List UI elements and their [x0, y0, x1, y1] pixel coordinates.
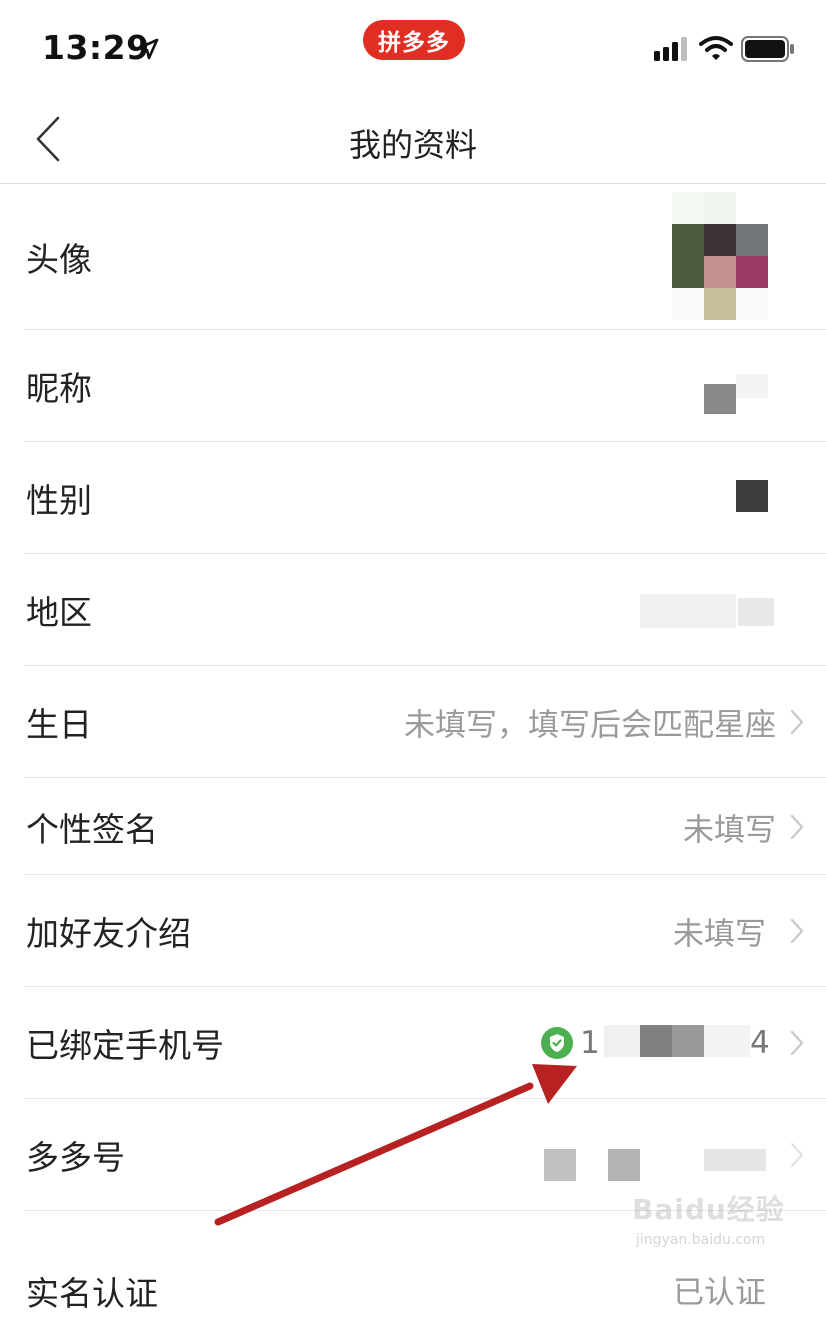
blurred-phone-number	[640, 1025, 672, 1057]
row-value: 未填写	[673, 916, 766, 953]
region-row[interactable]: 地区	[0, 554, 826, 666]
row-label: 性别	[26, 481, 92, 520]
signature-row[interactable]: 个性签名 未填写	[0, 778, 826, 875]
blurred-gender	[736, 480, 768, 512]
profile-list: 头像 昵称 性别 地区 生日 未填写，填写后会匹配星座 个性签名 未填写 加好友…	[0, 184, 826, 1323]
blurred-nickname	[704, 384, 736, 414]
row-label: 个性签名	[26, 809, 158, 849]
row-label: 实名认证	[26, 1274, 158, 1313]
status-bar: 13:29 拼多多	[0, 0, 826, 96]
blurred-duoduo-id	[704, 1149, 766, 1171]
gender-row[interactable]: 性别	[0, 442, 826, 554]
row-label: 生日	[26, 705, 92, 744]
blurred-duoduo-id	[608, 1149, 640, 1181]
watermark-logo: Baidu经验	[632, 1193, 785, 1226]
chevron-right-icon	[790, 814, 804, 839]
birthday-row[interactable]: 生日 未填写，填写后会匹配星座	[0, 666, 826, 778]
row-value: 未填写	[683, 812, 776, 848]
row-label: 地区	[26, 593, 92, 632]
blurred-region	[640, 594, 736, 628]
cellular-signal-icon	[654, 37, 687, 61]
watermark-url: jingyan.baidu.com	[636, 1232, 766, 1248]
blurred-region	[738, 598, 774, 626]
chevron-right-icon	[790, 918, 804, 944]
chevron-right-icon	[790, 709, 804, 735]
row-value: 未填写，填写后会匹配星座	[404, 707, 776, 744]
avatar[interactable]	[672, 192, 768, 320]
chevron-right-icon	[790, 1142, 804, 1168]
row-label: 多多号	[26, 1138, 125, 1177]
wifi-icon	[699, 36, 733, 60]
chevron-right-icon	[790, 1030, 804, 1056]
row-label: 已绑定手机号	[26, 1026, 224, 1065]
phone-number-end: 4	[750, 1025, 770, 1061]
blurred-nickname	[736, 374, 768, 398]
nickname-row[interactable]: 昵称	[0, 330, 826, 442]
row-label: 昵称	[26, 369, 92, 408]
friend-intro-row[interactable]: 加好友介绍 未填写	[0, 875, 826, 987]
location-arrow-icon	[137, 38, 159, 60]
phone-number-start: 1	[580, 1025, 600, 1061]
app-badge: 拼多多	[363, 20, 465, 60]
row-label: 加好友介绍	[26, 914, 191, 953]
blurred-phone-number	[604, 1025, 640, 1057]
verified-shield-icon	[541, 1027, 573, 1059]
nav-bar: 我的资料	[0, 96, 826, 184]
row-label: 头像	[26, 240, 92, 279]
page-title: 我的资料	[348, 126, 477, 164]
blurred-duoduo-id	[544, 1149, 576, 1181]
blurred-phone-number	[672, 1025, 704, 1057]
blurred-phone-number	[704, 1025, 750, 1057]
battery-icon	[741, 36, 794, 62]
phone-row[interactable]: 已绑定手机号 1 4	[0, 987, 826, 1099]
status-time: 13:29	[42, 28, 150, 67]
row-value: 已认证	[673, 1275, 766, 1311]
avatar-row[interactable]: 头像	[0, 184, 826, 330]
